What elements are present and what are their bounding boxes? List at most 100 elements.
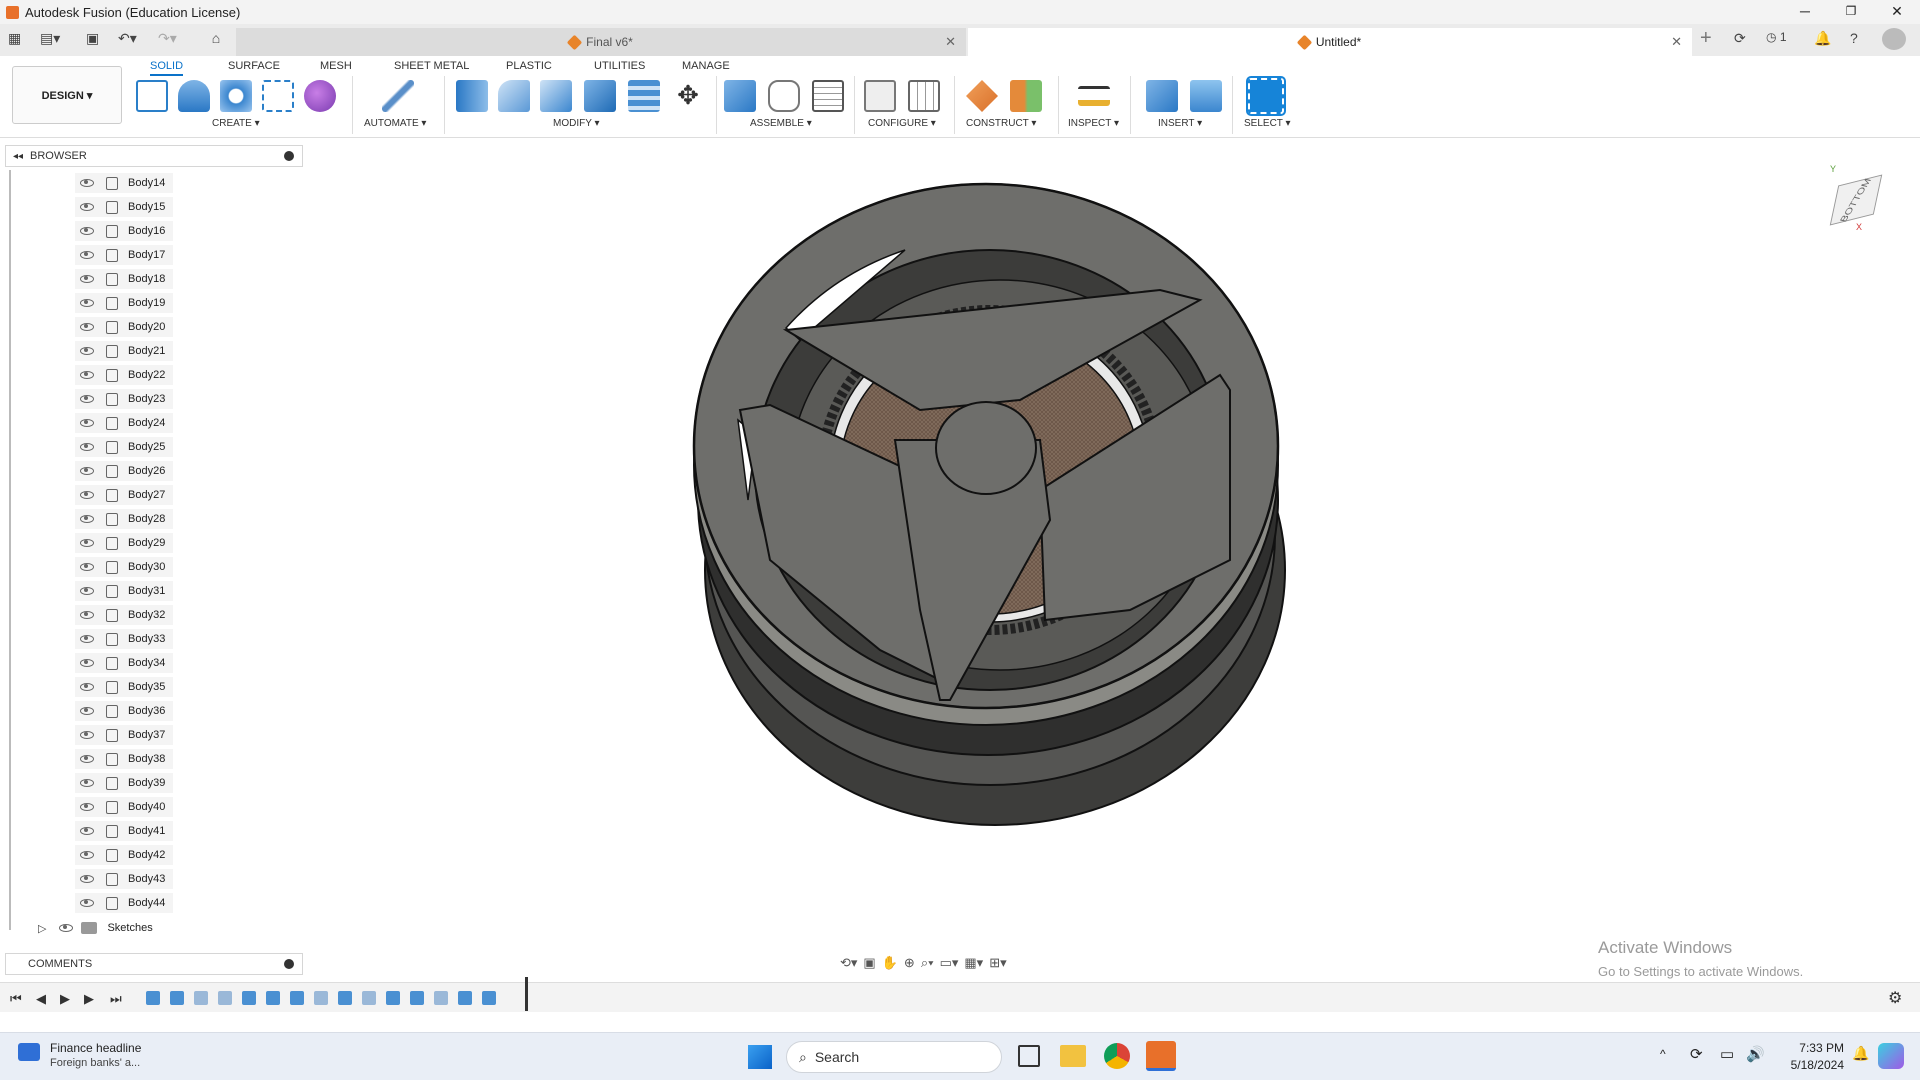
browser-body-row[interactable]: Body32 xyxy=(75,605,174,625)
automate-icon[interactable] xyxy=(382,80,414,112)
volume-icon[interactable]: 🔊 xyxy=(1746,1045,1765,1063)
start-button-icon[interactable] xyxy=(748,1045,772,1069)
jobs-status-icon[interactable]: ◷ 1 xyxy=(1766,30,1787,44)
sync-icon[interactable]: ⟳ xyxy=(1734,30,1746,47)
visibility-eye-icon[interactable] xyxy=(80,491,94,499)
visibility-eye-icon[interactable] xyxy=(80,323,94,331)
home-icon[interactable]: ⌂ xyxy=(206,30,226,46)
modify-menu[interactable]: MODIFY ▾ xyxy=(553,118,600,129)
play-icon[interactable]: ▶ xyxy=(60,991,70,1007)
tab-utilities[interactable]: UTILITIES xyxy=(594,60,645,72)
insert-derive-icon[interactable] xyxy=(1146,80,1178,112)
visibility-eye-icon[interactable] xyxy=(80,563,94,571)
visibility-eye-icon[interactable] xyxy=(80,275,94,283)
browser-body-row[interactable]: Body26 xyxy=(75,461,174,481)
timeline-feature-icon[interactable] xyxy=(242,991,256,1005)
file-explorer-icon[interactable] xyxy=(1060,1045,1086,1067)
workspace-switcher[interactable]: DESIGN ▾ xyxy=(12,66,122,124)
measure-icon[interactable] xyxy=(1078,86,1110,106)
visibility-eye-icon[interactable] xyxy=(59,924,74,932)
clock[interactable]: 7:33 PM 5/18/2024 xyxy=(1780,1041,1844,1072)
configure-icon[interactable] xyxy=(864,80,896,112)
visibility-eye-icon[interactable] xyxy=(80,587,94,595)
user-avatar[interactable] xyxy=(1882,28,1906,50)
visibility-eye-icon[interactable] xyxy=(80,251,94,259)
shell-icon[interactable] xyxy=(540,80,572,112)
sketches-folder-row[interactable]: ▷ Sketches xyxy=(38,918,198,938)
taskbar-search-input[interactable]: ⌕ Search xyxy=(786,1041,1002,1073)
viewports-icon[interactable]: ⊞▾ xyxy=(989,955,1006,971)
timeline-feature-icon[interactable] xyxy=(290,991,304,1005)
chrome-icon[interactable] xyxy=(1104,1043,1130,1069)
visibility-eye-icon[interactable] xyxy=(80,443,94,451)
visibility-eye-icon[interactable] xyxy=(80,227,94,235)
browser-body-row[interactable]: Body35 xyxy=(75,677,174,697)
visibility-eye-icon[interactable] xyxy=(80,659,94,667)
create-sketch-icon[interactable] xyxy=(136,80,168,112)
zoom-icon[interactable]: ⊕ xyxy=(904,955,915,971)
show-hidden-icons[interactable]: ^ xyxy=(1660,1047,1666,1061)
visibility-eye-icon[interactable] xyxy=(80,371,94,379)
visibility-eye-icon[interactable] xyxy=(80,851,94,859)
browser-body-row[interactable]: Body41 xyxy=(75,821,174,841)
visibility-eye-icon[interactable] xyxy=(80,299,94,307)
3d-viewport[interactable]: BOTTOM Y X Activate Windows Go to Settin… xyxy=(300,140,1920,979)
visibility-eye-icon[interactable] xyxy=(80,779,94,787)
notifications-icon[interactable]: 🔔 xyxy=(1852,1045,1869,1062)
browser-body-row[interactable]: Body24 xyxy=(75,413,174,433)
browser-body-row[interactable]: Body16 xyxy=(75,221,174,241)
visibility-eye-icon[interactable] xyxy=(80,803,94,811)
orbit-icon[interactable]: ⟲▾ xyxy=(840,955,857,971)
file-menu-icon[interactable]: ▤▾ xyxy=(40,30,60,47)
timeline-feature-icon[interactable] xyxy=(458,991,472,1005)
timeline-feature-icon[interactable] xyxy=(410,991,424,1005)
assemble-menu[interactable]: ASSEMBLE ▾ xyxy=(750,118,812,129)
configure-menu[interactable]: CONFIGURE ▾ xyxy=(868,118,936,129)
tab-plastic[interactable]: PLASTIC xyxy=(506,60,552,72)
visibility-eye-icon[interactable] xyxy=(80,515,94,523)
browser-body-row[interactable]: Body29 xyxy=(75,533,174,553)
visibility-eye-icon[interactable] xyxy=(80,347,94,355)
step-forward-icon[interactable]: ▶ xyxy=(84,991,94,1007)
browser-body-row[interactable]: Body20 xyxy=(75,317,174,337)
model-canvas[interactable] xyxy=(300,140,1920,975)
go-to-end-icon[interactable]: ⏭ xyxy=(110,991,122,1007)
maximize-button[interactable]: ❐ xyxy=(1828,0,1874,24)
tab-manage[interactable]: MANAGE xyxy=(682,60,730,72)
insert-canvas-icon[interactable] xyxy=(1190,80,1222,112)
visibility-eye-icon[interactable] xyxy=(80,611,94,619)
timeline-marker[interactable] xyxy=(525,977,528,1011)
visibility-eye-icon[interactable] xyxy=(80,203,94,211)
browser-body-row[interactable]: Body30 xyxy=(75,557,174,577)
split-body-icon[interactable] xyxy=(628,80,660,112)
step-back-icon[interactable]: ◀ xyxy=(36,991,46,1007)
construct-menu[interactable]: CONSTRUCT ▾ xyxy=(966,118,1036,129)
timeline-feature-icon[interactable] xyxy=(170,991,184,1005)
browser-body-row[interactable]: Body34 xyxy=(75,653,174,673)
timeline-feature-icon[interactable] xyxy=(314,991,328,1005)
visibility-eye-icon[interactable] xyxy=(80,419,94,427)
browser-body-row[interactable]: Body15 xyxy=(75,197,174,217)
copilot-icon[interactable] xyxy=(1878,1043,1904,1069)
timeline-feature-icon[interactable] xyxy=(386,991,400,1005)
configuration-table-icon[interactable] xyxy=(908,80,940,112)
browser-body-row[interactable]: Body17 xyxy=(75,245,174,265)
select-menu[interactable]: SELECT ▾ xyxy=(1244,118,1291,129)
timeline-feature-icon[interactable] xyxy=(266,991,280,1005)
browser-body-row[interactable]: Body36 xyxy=(75,701,174,721)
expand-arrow-icon[interactable]: ▷ xyxy=(38,922,46,935)
visibility-eye-icon[interactable] xyxy=(80,755,94,763)
timeline-feature-icon[interactable] xyxy=(194,991,208,1005)
fusion-taskbar-icon[interactable] xyxy=(1146,1041,1176,1071)
visibility-eye-icon[interactable] xyxy=(80,707,94,715)
network-icon[interactable]: ▭ xyxy=(1720,1045,1734,1063)
midplane-icon[interactable] xyxy=(1010,80,1042,112)
extrude-icon[interactable] xyxy=(178,80,210,112)
collapse-panel-icon[interactable]: ◂◂ xyxy=(6,151,30,162)
move-copy-icon[interactable]: ✥ xyxy=(672,80,704,112)
create-menu[interactable]: CREATE ▾ xyxy=(212,118,260,129)
tab-close-icon[interactable]: ✕ xyxy=(1671,34,1682,50)
browser-body-row[interactable]: Body37 xyxy=(75,725,174,745)
undo-icon[interactable]: ↶▾ xyxy=(118,30,137,47)
visibility-eye-icon[interactable] xyxy=(80,683,94,691)
